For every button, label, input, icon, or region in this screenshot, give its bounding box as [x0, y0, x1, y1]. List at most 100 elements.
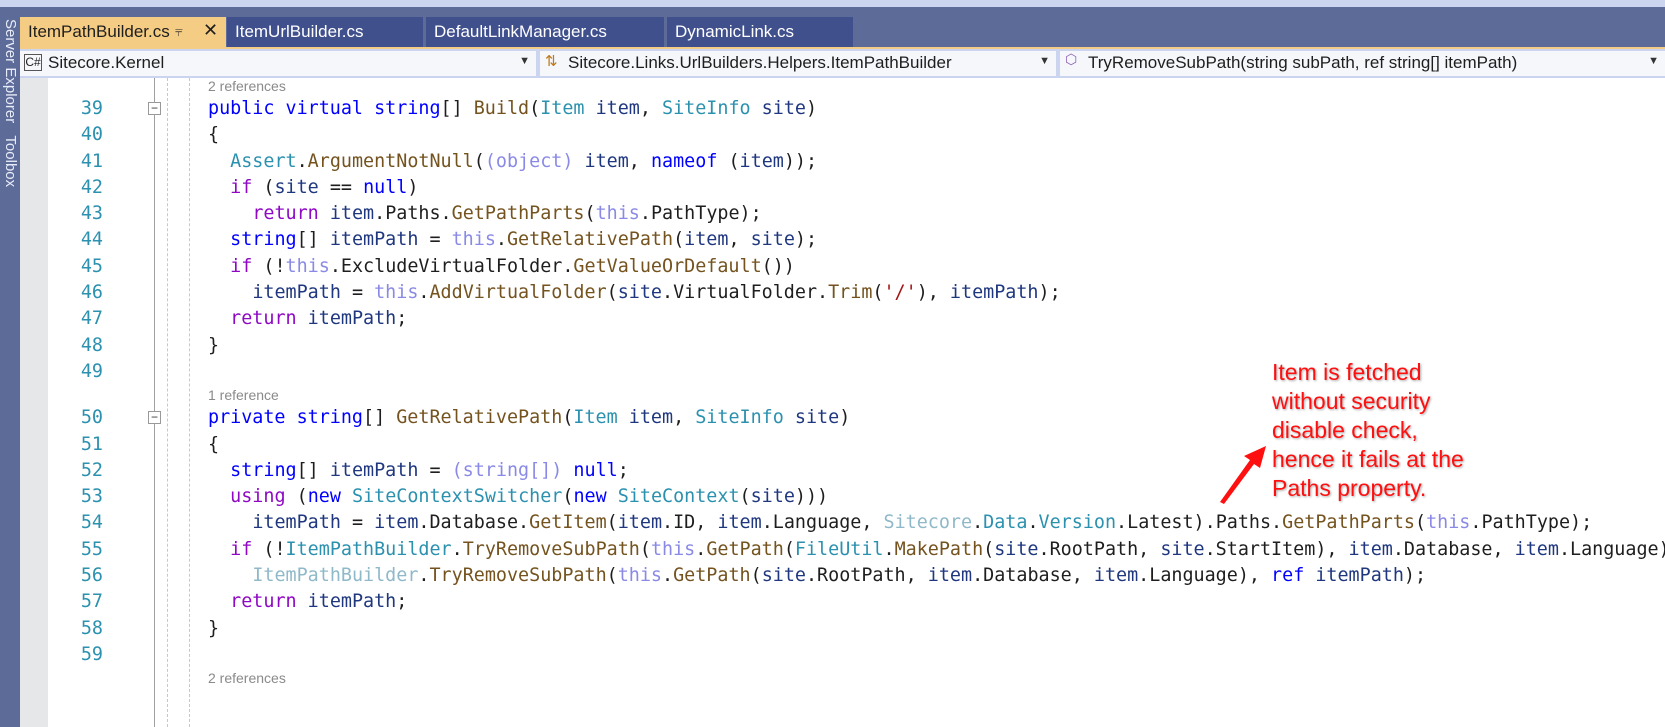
code-token: (: [639, 538, 651, 560]
sidebar-label[interactable]: Server Explorer Toolbox: [2, 19, 19, 187]
line-number: 46: [80, 282, 103, 304]
chevron-down-icon[interactable]: ▼: [519, 55, 530, 67]
code-text: using (new SiteContextSwitcher(new SiteC…: [230, 486, 828, 507]
code-token: FileUtil: [794, 538, 884, 560]
code-token: item: [717, 512, 762, 534]
code-token: item: [374, 512, 419, 534]
code-token: .VirtualFolder.: [662, 282, 829, 304]
code-token: .Language),: [1138, 565, 1272, 587]
type-name: Sitecore.Links.UrlBuilders.Helpers.ItemP…: [568, 53, 952, 72]
code-token: (: [783, 538, 795, 560]
code-token: item: [628, 407, 674, 429]
code-token: itemPath: [1315, 565, 1404, 587]
code-token: (: [750, 565, 762, 587]
tab-itempathbuilder[interactable]: ItemPathBuilder.cs ⫧ ✕: [20, 17, 226, 47]
code-text: return itemPath;: [230, 591, 407, 612]
code-token: .: [1027, 512, 1039, 534]
member-dropdown[interactable]: ⬡ TryRemoveSubPath(string subPath, ref s…: [1060, 51, 1665, 76]
code-token: ;: [396, 591, 408, 613]
code-text: if (!ItemPathBuilder.TryRemoveSubPath(th…: [230, 539, 1665, 560]
code-token: []: [363, 407, 397, 429]
code-text: itemPath = this.AddVirtualFolder(site.Vi…: [252, 282, 1060, 303]
code-token: nameof: [650, 150, 718, 172]
tool-sidebar[interactable]: Server Explorer Toolbox: [0, 7, 20, 727]
code-token: (: [872, 282, 884, 304]
pin-icon[interactable]: ⫧: [175, 23, 183, 40]
member-name: TryRemoveSubPath(string subPath, ref str…: [1088, 53, 1518, 72]
code-token: ,: [639, 98, 663, 119]
code-token: );: [1038, 282, 1061, 304]
line-number: 50: [80, 407, 103, 429]
code-token: (string[]): [451, 459, 563, 481]
code-token: new: [307, 486, 341, 508]
code-token: Sitecore: [883, 512, 973, 534]
code-token: site: [274, 176, 319, 198]
code-token: ItemPathBuilder: [285, 538, 452, 560]
code-line: 39 − public virtual string[] Build(Item it…: [48, 96, 1665, 122]
code-token: new: [573, 486, 607, 508]
code-token: .ExcludeVirtualFolder.: [329, 255, 574, 277]
code-token: .Language),: [1558, 538, 1665, 560]
tab-itemurlbuilder[interactable]: ItemUrlBuilder.cs: [227, 17, 423, 47]
line-number: 44: [80, 229, 103, 251]
private-method-icon: ⬡: [1065, 51, 1078, 67]
code-line: 40 {: [48, 122, 1665, 148]
close-icon[interactable]: ✕: [203, 20, 218, 41]
code-token: return: [252, 203, 319, 225]
code-token: itemPath: [307, 591, 397, 613]
project-name: Sitecore.Kernel: [48, 53, 165, 72]
code-token: SiteContext: [617, 486, 740, 508]
code-token: ),: [916, 282, 950, 304]
codelens-references-link[interactable]: 2 references: [208, 78, 286, 94]
code-token: null: [363, 176, 408, 198]
code-text: string[] itemPath = this.GetRelativePath…: [230, 229, 817, 250]
codelens-references-link[interactable]: 2 references: [208, 670, 286, 686]
codelens-references-link[interactable]: 1 reference: [208, 387, 279, 403]
tab-label: ItemUrlBuilder.cs: [235, 22, 364, 41]
collapse-icon[interactable]: −: [148, 411, 161, 425]
chevron-down-icon[interactable]: ▼: [1648, 55, 1659, 67]
code-token: site: [761, 565, 806, 587]
line-number: 55: [80, 538, 103, 560]
collapse-icon[interactable]: −: [148, 102, 161, 115]
code-token: GetValueOrDefault: [573, 255, 762, 277]
code-token: site: [1160, 538, 1205, 560]
chevron-down-icon[interactable]: ▼: [1039, 55, 1050, 67]
code-token: .ID,: [662, 512, 718, 534]
code-token: MakePath: [894, 538, 984, 560]
code-token: SiteContextSwitcher: [351, 486, 563, 508]
tab-dynamiclink[interactable]: DynamicLink.cs: [667, 17, 853, 47]
code-token: itemPath: [252, 512, 341, 534]
code-token: ;: [617, 459, 629, 481]
code-token: SiteInfo: [695, 407, 784, 429]
code-line: 45 if (!this.ExcludeVirtualFolder.GetValu…: [48, 254, 1665, 280]
code-token: (: [252, 176, 275, 198]
class-icon: ⇅: [545, 53, 558, 70]
code-token: Item: [540, 98, 585, 119]
code-token: item: [617, 512, 663, 534]
code-token: itemPath: [307, 308, 397, 330]
code-token: this: [617, 565, 663, 587]
line-number: 43: [80, 203, 103, 225]
code-token: GetPathParts: [1282, 512, 1416, 534]
type-dropdown[interactable]: ⇅ Sitecore.Links.UrlBuilders.Helpers.Ite…: [540, 51, 1056, 76]
project-dropdown[interactable]: C# Sitecore.Kernel ▼: [20, 51, 536, 76]
code-token: =: [340, 512, 375, 534]
code-token: (: [606, 565, 618, 587]
code-text: }: [208, 335, 219, 356]
tab-defaultlinkmanager[interactable]: DefaultLinkManager.cs: [426, 17, 664, 47]
code-token: .StartItem),: [1204, 538, 1349, 560]
code-token: Version: [1038, 512, 1117, 534]
code-token: ref: [1271, 565, 1305, 587]
code-token: ==: [318, 176, 364, 198]
code-token: (: [529, 98, 541, 119]
code-token: item: [584, 150, 629, 172]
code-token: (: [285, 486, 308, 508]
code-token: ItemPathBuilder: [252, 565, 419, 587]
line-number: 42: [80, 176, 103, 198]
csharp-project-icon: C#: [24, 54, 42, 71]
code-token: (: [983, 538, 995, 560]
